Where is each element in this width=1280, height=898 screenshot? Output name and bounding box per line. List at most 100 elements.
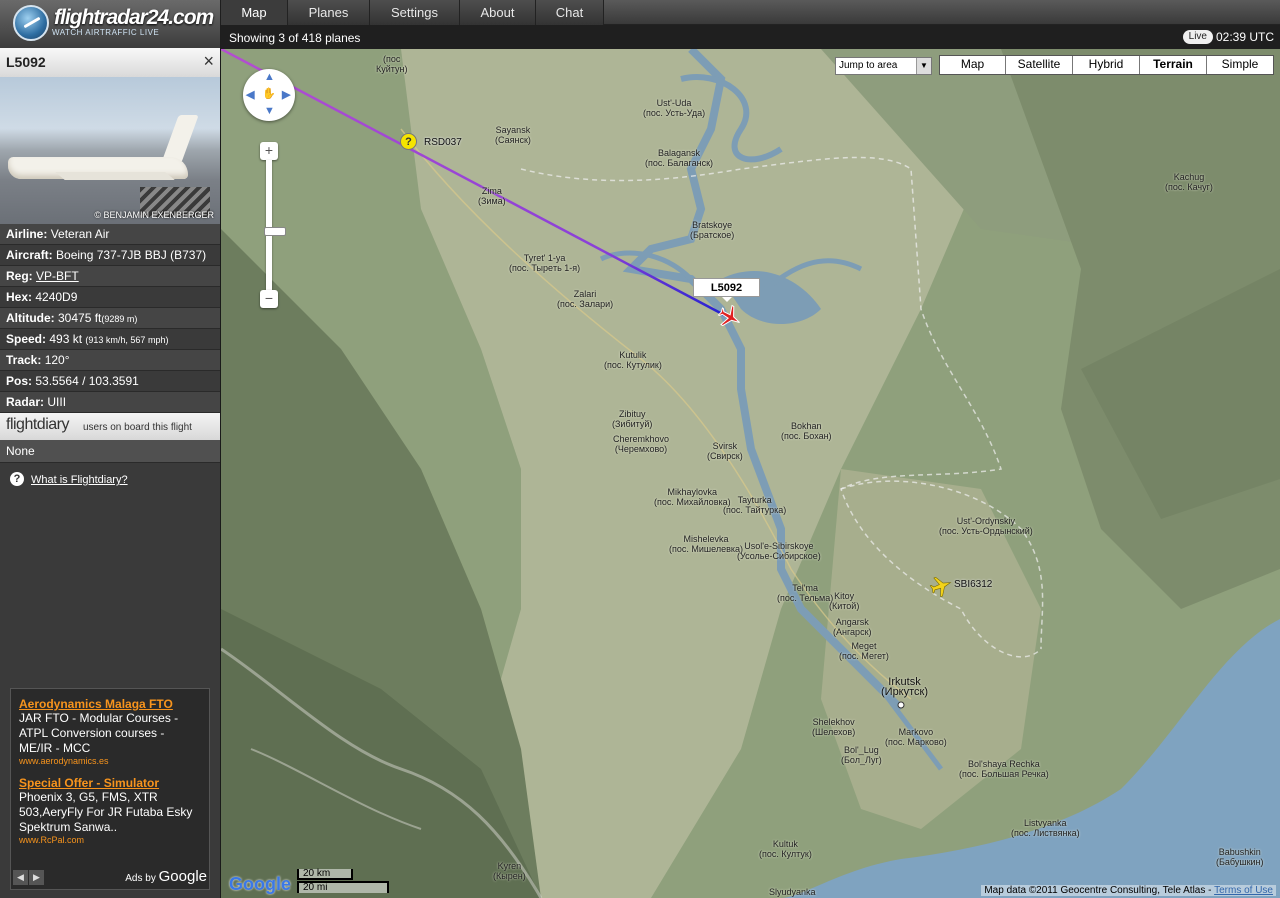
place-label: Kitoy (Китой)	[829, 591, 859, 611]
info-altitude: Altitude: 30475 ft(9289 m)	[0, 308, 220, 329]
ad-title[interactable]: Special Offer - Simulator	[19, 776, 201, 790]
pan-up-icon[interactable]: ▲	[264, 71, 275, 83]
place-sub: (пос. Култук)	[759, 849, 812, 859]
tab-planes[interactable]: Planes	[288, 0, 370, 25]
place-sub: (Китой)	[829, 601, 860, 611]
tab-chat[interactable]: Chat	[536, 0, 604, 25]
place-name: Bokhan	[791, 421, 822, 431]
aircraft-tail	[161, 115, 199, 163]
info-label: Aircraft:	[6, 248, 53, 262]
warning-plane-icon[interactable]: ?	[400, 133, 417, 150]
zoom-slider-handle[interactable]	[264, 227, 286, 236]
place-sub: (Братское)	[690, 230, 735, 240]
close-icon[interactable]: ×	[203, 51, 214, 72]
place-label: Shelekhov (Шелехов)	[812, 717, 855, 737]
site-logo[interactable]: flightradar24.com WATCH AIRTRAFFIC LIVE	[0, 0, 221, 48]
ad-url[interactable]: www.RcPal.com	[19, 835, 201, 845]
map-type-simple[interactable]: Simple	[1207, 56, 1273, 74]
place-sub: (Бабушкин)	[1216, 857, 1264, 867]
pan-right-icon[interactable]: ▶	[282, 88, 290, 101]
info-speed: Speed: 493 kt (913 km/h, 567 mph)	[0, 329, 220, 350]
terms-of-use-link[interactable]: Terms of Use	[1214, 885, 1273, 896]
place-name: Meget	[851, 641, 877, 651]
place-name: Listvyanka	[1024, 818, 1067, 828]
info-reg: Reg: VP-BFT	[0, 266, 220, 287]
info-label: Pos:	[6, 374, 33, 388]
place-name: Babushkin	[1218, 847, 1261, 857]
what-is-flightdiary-link[interactable]: What is Flightdiary?	[31, 474, 128, 486]
zoom-in-button[interactable]: +	[260, 142, 278, 160]
place-label: Svirsk (Свирск)	[707, 441, 743, 461]
place-name: Usol'e-Sibirskoye	[744, 541, 814, 551]
logo-tagline: WATCH AIRTRAFFIC LIVE	[52, 28, 160, 37]
place-name: Bol'_Lug	[844, 745, 879, 755]
terrain-layer	[221, 49, 1280, 898]
status-bar: Showing 3 of 418 planes Live 02:39 UTC	[221, 25, 1280, 49]
scale-km-label: 20 km	[303, 868, 331, 879]
info-label: Reg:	[6, 269, 33, 283]
place-label: Cheremkhovo (Черемхово)	[613, 434, 669, 454]
selected-flight-label[interactable]: L5092	[693, 278, 760, 302]
plane-callsign[interactable]: RSD037	[424, 137, 462, 148]
flightdiary-logo[interactable]: flightdiary	[6, 416, 69, 434]
tab-map[interactable]: Map	[221, 0, 288, 25]
info-value: Veteran Air	[50, 227, 110, 241]
place-sub: (Кырен)	[493, 871, 526, 881]
place-label: Kyren (Кырен)	[493, 861, 526, 881]
info-value: UIII	[47, 395, 67, 409]
place-sub: (Зибитуй)	[612, 419, 653, 429]
info-label: Speed:	[6, 332, 47, 346]
plane-callsign[interactable]: SBI6312	[954, 579, 992, 590]
place-name: Tel'ma	[792, 583, 818, 593]
info-value: 493 kt	[49, 332, 83, 346]
place-label: Bokhan (пос. Бохан)	[781, 421, 832, 441]
tab-about[interactable]: About	[460, 0, 536, 25]
zoom-control: + −	[260, 142, 286, 312]
place-name: Mishelevka	[683, 534, 729, 544]
ad-title[interactable]: Aerodynamics Malaga FTO	[19, 697, 201, 711]
pan-down-icon[interactable]: ▼	[264, 105, 275, 117]
place-name: Sayansk	[495, 125, 531, 135]
place-label: Angarsk (Ангарск)	[833, 617, 872, 637]
map-type-hybrid[interactable]: Hybrid	[1073, 56, 1140, 74]
registration-link[interactable]: VP-BFT	[36, 269, 79, 283]
map-type-satellite[interactable]: Satellite	[1006, 56, 1073, 74]
map-canvas[interactable]: (пос Куйтун) Sayansk (Саянск) Zima (Зима) U…	[221, 49, 1280, 898]
place-name: Zibituy	[618, 409, 646, 419]
place-label: Babushkin (Бабушкин)	[1216, 847, 1264, 867]
place-label: Sayansk (Саянск)	[495, 125, 531, 145]
map-type-terrain[interactable]: Terrain	[1140, 56, 1207, 74]
place-name: Svirsk	[712, 441, 738, 451]
ads-prev-arrow-icon[interactable]: ◀	[13, 870, 28, 885]
info-aircraft: Aircraft: Boeing 737-7JB BBJ (B737)	[0, 245, 220, 266]
pan-left-icon[interactable]: ◀	[246, 88, 254, 101]
flightradar-app: Map Planes Settings About Chat flightrad…	[0, 0, 1280, 898]
ad-body: JAR FTO - Modular Courses - ATPL Convers…	[19, 711, 179, 755]
place-label: Tel'ma (пос. Тельма)	[777, 583, 833, 603]
zoom-out-button[interactable]: −	[260, 290, 278, 308]
ads-by-google[interactable]: Ads by Google	[125, 868, 207, 885]
tab-settings[interactable]: Settings	[370, 0, 460, 25]
globe-icon	[13, 5, 49, 41]
info-value: Boeing 737-7JB BBJ (B737)	[56, 248, 207, 262]
info-label: Altitude:	[6, 311, 55, 325]
info-hex: Hex: 4240D9	[0, 287, 220, 308]
place-sub: (Черемхово)	[614, 444, 668, 454]
chevron-down-icon: ▼	[916, 58, 931, 74]
place-sub: (пос. Листвянка)	[1011, 828, 1080, 838]
place-label: Meget (пос. Мегет)	[839, 641, 889, 661]
map-type-map[interactable]: Map	[940, 56, 1006, 74]
pan-control[interactable]: ▲ ▼ ◀ ▶ ✋	[243, 69, 295, 121]
place-name: Slyudyanka	[769, 887, 816, 897]
ad-url[interactable]: www.aerodynamics.es	[19, 756, 201, 766]
info-extra: (913 km/h, 567 mph)	[85, 335, 169, 345]
place-name: Angarsk	[835, 617, 869, 627]
ads-next-arrow-icon[interactable]: ▶	[29, 870, 44, 885]
flight-header: L5092 ×	[0, 48, 220, 77]
place-name: Kyren	[497, 861, 522, 871]
aircraft-photo[interactable]: © BENJAMIN EXENBERGER	[0, 77, 220, 224]
help-icon[interactable]: ?	[10, 472, 24, 486]
google-logo[interactable]: Google	[229, 874, 291, 895]
jump-to-area-select[interactable]: Jump to area ▼	[835, 57, 932, 75]
zoom-slider[interactable]	[264, 160, 286, 290]
